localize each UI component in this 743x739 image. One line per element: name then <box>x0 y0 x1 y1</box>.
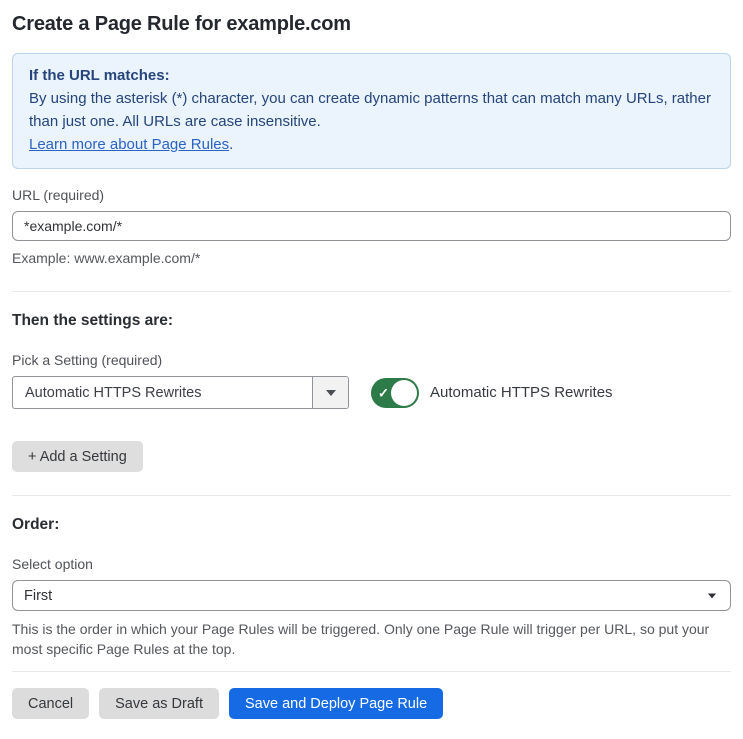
info-box-body-text: By using the asterisk (*) character, you… <box>29 90 711 130</box>
url-field-label: URL (required) <box>12 187 105 203</box>
setting-picker-dropdown[interactable]: Automatic HTTPS Rewrites <box>12 376 349 409</box>
setting-picker-arrow-button[interactable] <box>312 377 348 408</box>
check-icon: ✓ <box>378 385 389 400</box>
automatic-https-rewrites-toggle[interactable]: ✓ <box>371 377 419 408</box>
info-box-heading: If the URL matches: <box>29 67 170 84</box>
order-select[interactable]: First <box>12 580 731 611</box>
url-matches-info-box: If the URL matches: By using the asteris… <box>12 53 731 169</box>
setting-picker-value: Automatic HTTPS Rewrites <box>25 384 202 401</box>
settings-section-heading: Then the settings are: <box>12 312 174 329</box>
cancel-button[interactable]: Cancel <box>12 688 90 719</box>
caret-down-icon <box>708 593 716 598</box>
url-example-helper: Example: www.example.com/* <box>12 250 201 266</box>
create-page-rule-form: Create a Page Rule for example.com If th… <box>0 0 743 739</box>
save-as-draft-button[interactable]: Save as Draft <box>99 688 219 719</box>
order-section-heading: Order: <box>12 516 60 533</box>
url-input[interactable] <box>12 211 731 241</box>
caret-down-icon <box>325 389 336 396</box>
add-setting-button[interactable]: + Add a Setting <box>12 441 143 472</box>
toggle-label: Automatic HTTPS Rewrites <box>430 384 613 401</box>
toggle-group: ✓ Automatic HTTPS Rewrites <box>371 377 613 408</box>
toggle-knob <box>391 379 417 406</box>
divider <box>12 291 731 292</box>
learn-more-link[interactable]: Learn more about Page Rules <box>29 136 229 153</box>
info-box-link-line: Learn more about Page Rules. <box>29 133 714 156</box>
divider <box>12 671 731 672</box>
divider <box>12 495 731 496</box>
info-box-body: By using the asterisk (*) character, you… <box>29 87 714 133</box>
footer-actions: Cancel Save as Draft Save and Deploy Pag… <box>12 688 731 719</box>
select-option-label: Select option <box>12 556 93 572</box>
pick-setting-label: Pick a Setting (required) <box>12 352 163 368</box>
order-helper-text: This is the order in which your Page Rul… <box>12 621 710 657</box>
save-and-deploy-button[interactable]: Save and Deploy Page Rule <box>228 688 444 719</box>
link-suffix: . <box>229 136 234 153</box>
page-title: Create a Page Rule for example.com <box>12 13 351 35</box>
order-select-value: First <box>24 587 53 604</box>
setting-row: Automatic HTTPS Rewrites ✓ Automatic HTT… <box>12 376 731 409</box>
